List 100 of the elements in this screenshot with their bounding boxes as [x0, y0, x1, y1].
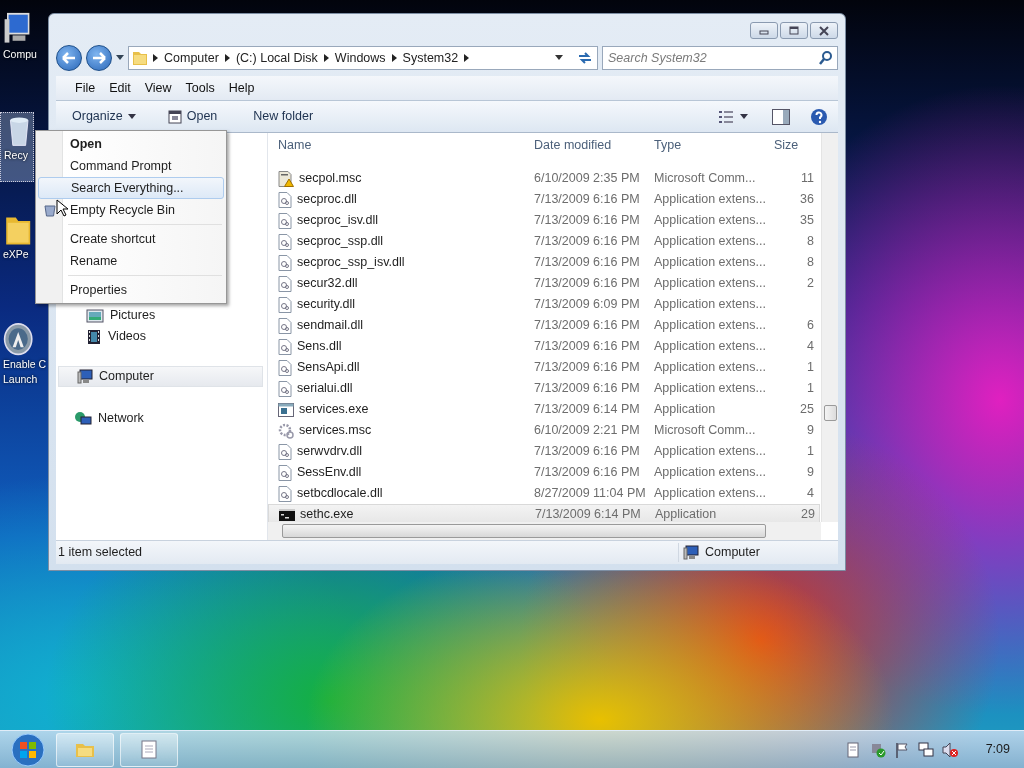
- close-button[interactable]: [810, 22, 838, 39]
- file-name: setbcdlocale.dll: [297, 485, 383, 503]
- search-icon[interactable]: [819, 51, 833, 65]
- search-field[interactable]: Search System32: [602, 46, 838, 70]
- refresh-icon[interactable]: [577, 51, 593, 65]
- view-list-icon[interactable]: [718, 109, 734, 124]
- table-cell-text: Application extens...: [653, 254, 767, 272]
- document-icon[interactable]: [845, 741, 862, 758]
- chevron-icon[interactable]: [464, 54, 470, 62]
- menu-item[interactable]: Tools: [178, 76, 222, 100]
- scroll-thumb[interactable]: [824, 405, 837, 421]
- table-cell-text: Microsoft Comm...: [653, 170, 757, 188]
- back-arrow-icon: [62, 52, 76, 64]
- file-row[interactable]: SensApi.dll 7/13/2009 6:16 PM Application extens... 1: [268, 357, 820, 378]
- menu-item[interactable]: Command Prompt: [38, 155, 224, 177]
- back-button[interactable]: [56, 45, 82, 71]
- file-row[interactable]: services.msc 6/10/2009 2:21 PM Microsoft Comm... 9: [268, 420, 820, 441]
- picture-icon: [86, 307, 104, 324]
- vertical-scrollbar[interactable]: [821, 133, 838, 522]
- desktop-icon-label[interactable]: Recy: [4, 149, 28, 162]
- column-header[interactable]: Name: [268, 135, 528, 155]
- breadcrumb-item[interactable]: System32: [402, 48, 459, 68]
- column-header[interactable]: Date modified: [528, 135, 648, 155]
- file-row[interactable]: secproc_isv.dll 7/13/2009 6:16 PM Application extens... 35: [268, 210, 820, 231]
- file-row[interactable]: security.dll 7/13/2009 6:09 PM Application extens...: [268, 294, 820, 315]
- desktop-icon-label[interactable]: eXPe: [3, 248, 29, 261]
- chevron-icon[interactable]: [391, 54, 397, 62]
- chevron-icon[interactable]: [323, 54, 329, 62]
- table-cell-text: 25: [799, 401, 814, 419]
- desktop-icon-label[interactable]: Enable C: [3, 358, 47, 371]
- table-cell-text: Application: [654, 506, 718, 522]
- caret-icon[interactable]: [740, 114, 748, 119]
- new-folder-button[interactable]: New folder: [247, 105, 320, 128]
- menu-item[interactable]: Create shortcut: [38, 228, 224, 250]
- table-cell-text: 7/13/2009 6:16 PM: [533, 212, 641, 230]
- help-icon[interactable]: [810, 107, 828, 126]
- table-cell-text: 7/13/2009 6:16 PM: [533, 233, 641, 251]
- chevron-icon[interactable]: [153, 54, 158, 62]
- console-icon: [279, 508, 295, 521]
- forward-button[interactable]: [86, 45, 112, 71]
- file-row[interactable]: sethc.exe 7/13/2009 6:14 PM Application 29: [268, 504, 820, 522]
- chevron-icon[interactable]: [224, 54, 230, 62]
- menu-item[interactable]: Rename: [38, 250, 224, 272]
- maximize-button[interactable]: [780, 22, 808, 39]
- maximize-icon: [787, 24, 801, 37]
- breadcrumb-item[interactable]: (C:) Local Disk: [235, 48, 318, 68]
- file-row[interactable]: sendmail.dll 7/13/2009 6:16 PM Application extens... 6: [268, 315, 820, 336]
- menu-item[interactable]: Properties: [38, 279, 224, 301]
- file-row[interactable]: serwvdrv.dll 7/13/2009 6:16 PM Application extens... 1: [268, 441, 820, 462]
- preview-pane-icon[interactable]: [772, 108, 790, 125]
- file-row[interactable]: secproc.dll 7/13/2009 6:16 PM Application extens... 36: [268, 189, 820, 210]
- file-row[interactable]: secpol.msc 6/10/2009 2:35 PM Microsoft Comm... 11: [268, 168, 820, 189]
- file-row[interactable]: secur32.dll 7/13/2009 6:16 PM Application extens... 2: [268, 273, 820, 294]
- notepad-icon: [139, 740, 159, 759]
- file-row[interactable]: Sens.dll 7/13/2009 6:16 PM Application extens... 4: [268, 336, 820, 357]
- nav-item[interactable]: Computer: [58, 366, 263, 387]
- file-row[interactable]: serialui.dll 7/13/2009 6:16 PM Application extens... 1: [268, 378, 820, 399]
- dropdown-icon[interactable]: [555, 55, 563, 61]
- column-header[interactable]: Type: [648, 135, 768, 155]
- file-row[interactable]: setbcdlocale.dll 8/27/2009 11:04 PM Application extens... 4: [268, 483, 820, 504]
- dropdown-icon[interactable]: [116, 55, 124, 61]
- menu-item[interactable]: Search Everything...: [38, 177, 224, 199]
- network-icon[interactable]: [917, 741, 934, 758]
- file-row[interactable]: SessEnv.dll 7/13/2009 6:16 PM Application extens... 9: [268, 462, 820, 483]
- file-row[interactable]: secproc_ssp.dll 7/13/2009 6:16 PM Application extens... 8: [268, 231, 820, 252]
- breadcrumb-item[interactable]: Windows: [334, 48, 386, 68]
- table-cell-text: 35: [799, 212, 814, 230]
- flag-icon[interactable]: [893, 741, 910, 758]
- menu-item[interactable]: Open: [38, 133, 224, 155]
- scroll-thumb[interactable]: [282, 524, 766, 538]
- breadcrumb-item[interactable]: Computer: [164, 48, 219, 68]
- nav-item[interactable]: Pictures: [56, 305, 267, 326]
- menu-item[interactable]: Empty Recycle Bin: [38, 199, 224, 221]
- nav-item[interactable]: Videos: [56, 326, 267, 347]
- table-cell-text: Application extens...: [653, 296, 767, 314]
- volume-muted-icon[interactable]: [941, 741, 958, 758]
- menu-item[interactable]: View: [137, 76, 179, 100]
- file-row[interactable]: secproc_ssp_isv.dll 7/13/2009 6:16 PM Application extens... 8: [268, 252, 820, 273]
- table-cell-text: Application: [653, 401, 717, 419]
- launcher-icon[interactable]: [3, 322, 33, 356]
- clock[interactable]: 7:09: [985, 740, 1010, 759]
- table-cell-text: 7/13/2009 6:16 PM: [533, 380, 641, 398]
- nav-item[interactable]: Network: [56, 408, 267, 429]
- column-header[interactable]: Size: [768, 135, 816, 155]
- open-button[interactable]: Open: [161, 105, 224, 128]
- shield-check-icon[interactable]: [869, 741, 886, 758]
- menu-item[interactable]: Help: [221, 76, 262, 100]
- organize-button[interactable]: Organize: [66, 105, 142, 128]
- desktop-icon-label[interactable]: Compu: [3, 48, 37, 61]
- file-name: secproc.dll: [297, 191, 357, 209]
- menu-item[interactable]: Edit: [102, 76, 138, 100]
- address-bar[interactable]: Computer (C:) Local Disk Windows System32: [128, 46, 598, 70]
- table-cell-text: Application extens...: [653, 443, 767, 461]
- menu-item[interactable]: File: [68, 76, 103, 100]
- gear-file-icon: [278, 212, 292, 229]
- table-cell-text: 8/27/2009 11:04 PM: [533, 485, 647, 503]
- horizontal-scrollbar[interactable]: [268, 522, 821, 540]
- desktop-icon-label[interactable]: Launch: [3, 373, 38, 386]
- table-cell-text: 4: [806, 485, 814, 503]
- file-row[interactable]: services.exe 7/13/2009 6:14 PM Application 25: [268, 399, 820, 420]
